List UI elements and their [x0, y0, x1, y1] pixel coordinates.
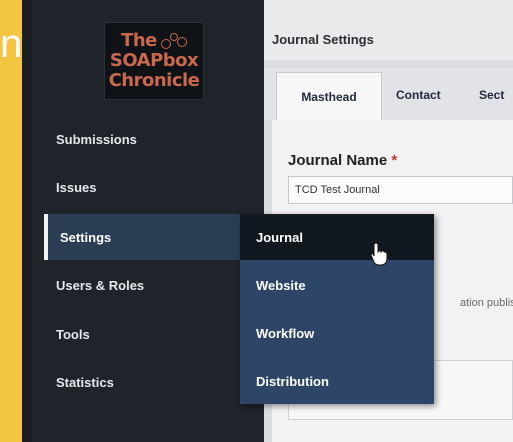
submenu-item-distribution[interactable]: Distribution	[240, 358, 434, 404]
logo-text-the: The	[121, 30, 157, 51]
logo-text-chronicle: Chronicle	[108, 70, 200, 91]
tab-masthead[interactable]: Masthead	[276, 72, 382, 120]
journal-name-label: Journal Name *	[288, 152, 397, 169]
settings-tabs: Masthead Contact Sect	[264, 68, 513, 120]
submenu-item-workflow[interactable]: Workflow	[240, 310, 434, 356]
bubbles-icon	[160, 32, 187, 50]
settings-submenu: Journal Website Workflow Distribution	[240, 214, 434, 404]
tab-contact[interactable]: Contact	[396, 88, 441, 102]
screen: The SOAPbox Chronicle Submissions Issues…	[22, 0, 513, 442]
journal-name-label-text: Journal Name	[288, 152, 388, 169]
required-marker: *	[391, 152, 398, 169]
logo-line-1: The	[121, 31, 187, 51]
hand-cursor-icon	[370, 242, 388, 266]
logo-text-soapbox: SOAPbox	[109, 50, 199, 71]
sidebar-item-issues[interactable]: Issues	[56, 180, 96, 195]
journal-name-input[interactable]: TCD Test Journal	[288, 176, 513, 204]
journal-logo[interactable]: The SOAPbox Chronicle	[104, 22, 204, 100]
page-title: Journal Settings	[272, 32, 374, 47]
description-text-fragment: ation publish	[460, 297, 513, 309]
submenu-item-journal[interactable]: Journal	[240, 214, 434, 260]
sidebar-item-submissions[interactable]: Submissions	[56, 132, 137, 147]
sidebar-item-statistics[interactable]: Statistics	[56, 375, 114, 390]
sidebar-item-users-roles[interactable]: Users & Roles	[56, 278, 144, 293]
sidebar: The SOAPbox Chronicle Submissions Issues…	[32, 0, 274, 442]
tab-sections[interactable]: Sect	[479, 88, 504, 102]
frame-edge-letter: n	[0, 22, 23, 66]
submenu-item-website[interactable]: Website	[240, 262, 434, 308]
sidebar-item-tools[interactable]: Tools	[56, 327, 90, 342]
content-header: Journal Settings	[264, 0, 513, 60]
